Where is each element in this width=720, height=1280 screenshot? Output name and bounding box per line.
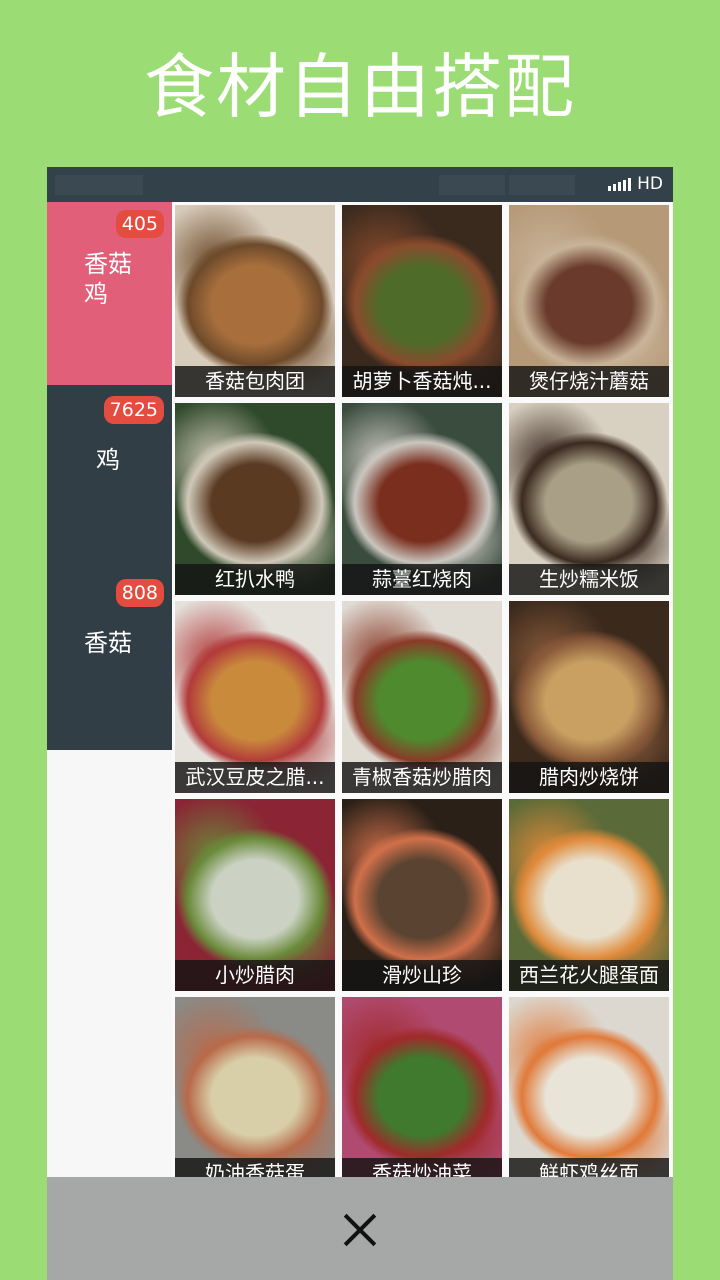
- recipe-title: 西兰花火腿蛋面: [509, 960, 669, 991]
- bottom-bar: [47, 1177, 673, 1280]
- recipe-tile[interactable]: 香菇包肉团: [175, 205, 335, 397]
- recipe-title: 煲仔烧汁蘑菇: [509, 366, 669, 397]
- status-placeholder: [439, 175, 505, 195]
- recipe-tile[interactable]: 生炒糯米饭: [509, 403, 669, 595]
- recipe-tile[interactable]: 滑炒山珍: [342, 799, 502, 991]
- category-item-1[interactable]: 7625 鸡: [47, 385, 172, 568]
- status-bar: HD: [47, 167, 673, 202]
- recipe-tile[interactable]: 香菇炒油菜: [342, 997, 502, 1177]
- recipe-title: 香菇包肉团: [175, 366, 335, 397]
- recipe-tile[interactable]: 红扒水鸭: [175, 403, 335, 595]
- recipe-title: 胡萝卜香菇炖...: [342, 366, 502, 397]
- phone-screen: HD 405 香菇 鸡 7625 鸡 808 香菇 香菇包肉团 胡萝卜香菇炖...…: [47, 167, 673, 1280]
- recipe-title: 蒜薹红烧肉: [342, 564, 502, 595]
- count-badge: 808: [115, 579, 164, 607]
- recipe-tile[interactable]: 腊肉炒烧饼: [509, 601, 669, 793]
- count-badge: 405: [115, 210, 164, 238]
- category-item-2[interactable]: 808 香菇: [47, 568, 172, 751]
- signal-bars-icon: [608, 177, 632, 191]
- sidebar-empty-area: [47, 750, 172, 1177]
- category-sidebar: 405 香菇 鸡 7625 鸡 808 香菇: [47, 202, 172, 750]
- recipe-title: 香菇炒油菜: [342, 1158, 502, 1177]
- recipe-title: 武汉豆皮之腊...: [175, 762, 335, 793]
- recipe-tile[interactable]: 胡萝卜香菇炖...: [342, 205, 502, 397]
- recipe-tile[interactable]: 鲜虾鸡丝面: [509, 997, 669, 1177]
- recipe-grid: 香菇包肉团 胡萝卜香菇炖... 煲仔烧汁蘑菇红扒水鸭 蒜薹红烧肉 生炒糯米饭武汉豆皮之腊…: [175, 205, 673, 1177]
- recipe-tile[interactable]: 蒜薹红烧肉: [342, 403, 502, 595]
- recipe-title: 生炒糯米饭: [509, 564, 669, 595]
- status-placeholder: [55, 175, 143, 195]
- recipe-tile[interactable]: 武汉豆皮之腊...: [175, 601, 335, 793]
- recipe-title: 鲜虾鸡丝面: [509, 1158, 669, 1177]
- recipe-title: 红扒水鸭: [175, 564, 335, 595]
- recipe-title: 腊肉炒烧饼: [509, 762, 669, 793]
- recipe-photo: [342, 997, 502, 1177]
- category-item-0[interactable]: 405 香菇 鸡: [47, 202, 172, 385]
- close-icon[interactable]: [337, 1207, 383, 1253]
- count-badge: 7625: [103, 396, 164, 424]
- recipe-tile[interactable]: 西兰花火腿蛋面: [509, 799, 669, 991]
- recipe-photo: [175, 997, 335, 1177]
- recipe-tile[interactable]: 小炒腊肉: [175, 799, 335, 991]
- recipe-title: 奶油香菇蛋: [175, 1158, 335, 1177]
- network-label: HD: [637, 174, 663, 194]
- recipe-title: 青椒香菇炒腊肉: [342, 762, 502, 793]
- category-label: 鸡: [96, 446, 120, 474]
- category-label: 香菇: [84, 629, 132, 657]
- recipe-tile[interactable]: 青椒香菇炒腊肉: [342, 601, 502, 793]
- recipe-photo: [509, 997, 669, 1177]
- page-headline: 食材自由搭配: [144, 46, 576, 128]
- recipe-tile[interactable]: 奶油香菇蛋: [175, 997, 335, 1177]
- recipe-title: 滑炒山珍: [342, 960, 502, 991]
- category-label: 香菇 鸡: [84, 250, 132, 308]
- recipe-title: 小炒腊肉: [175, 960, 335, 991]
- status-placeholder: [509, 175, 575, 195]
- recipe-tile[interactable]: 煲仔烧汁蘑菇: [509, 205, 669, 397]
- status-right: HD: [608, 172, 663, 196]
